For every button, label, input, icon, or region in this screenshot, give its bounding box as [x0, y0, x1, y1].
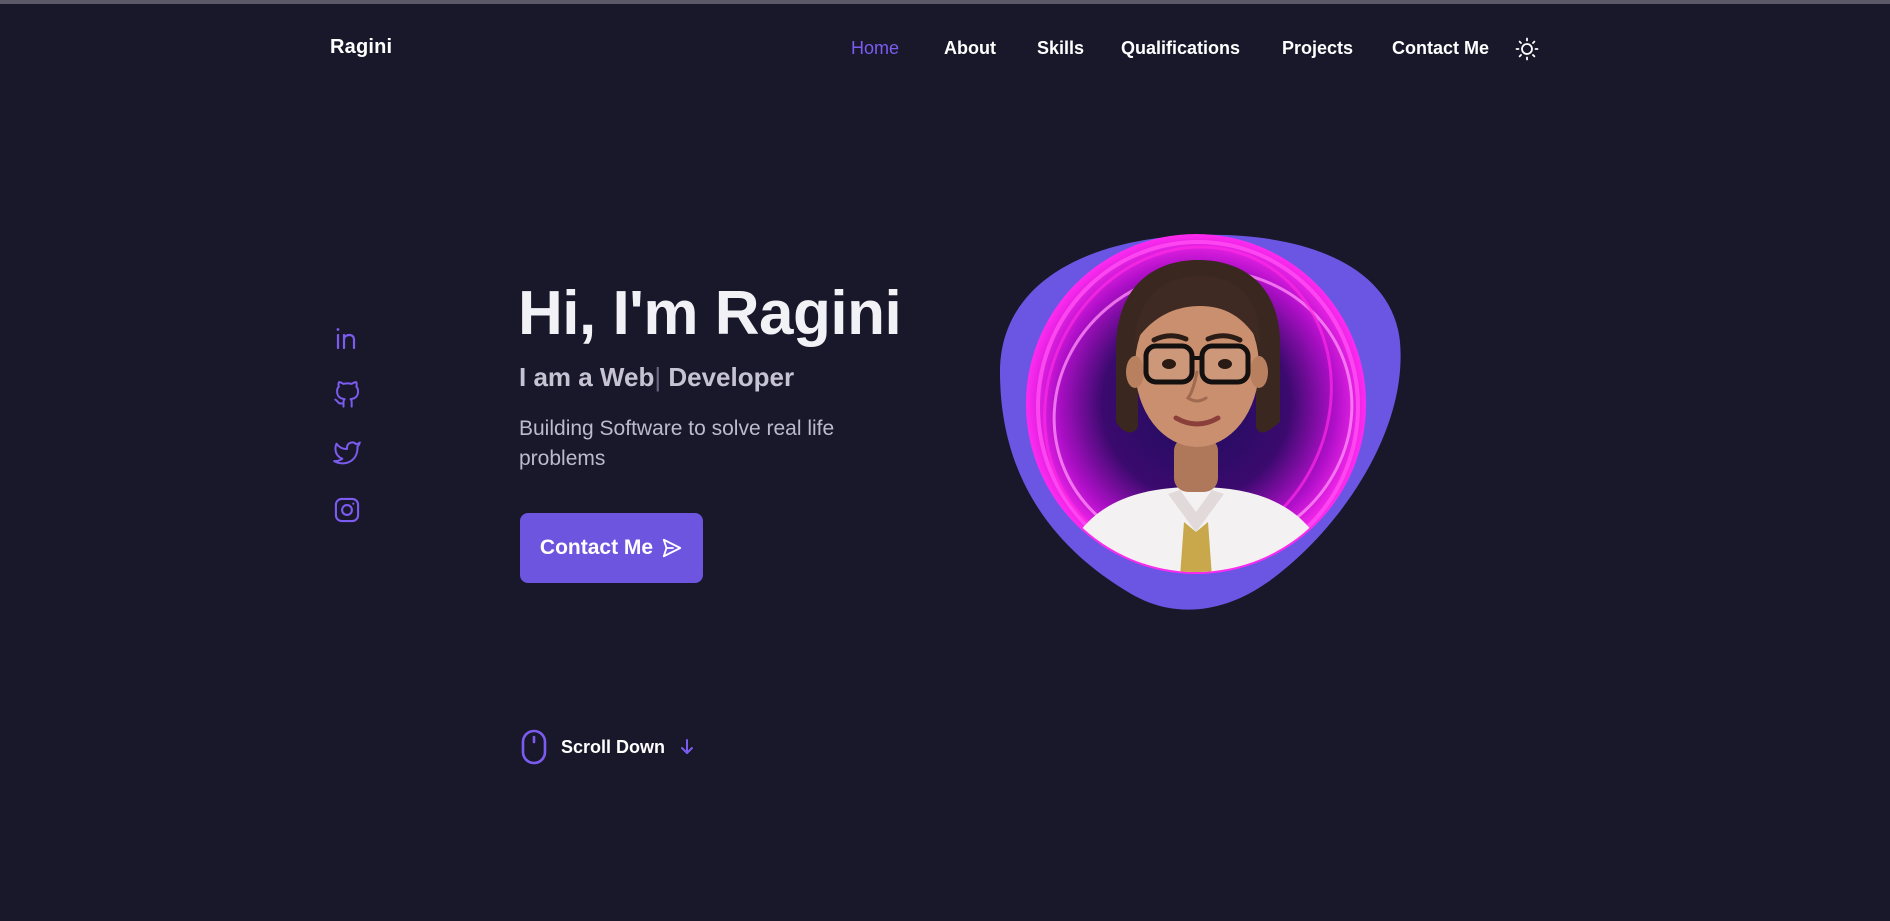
nav-contact-me[interactable]: Contact Me — [1392, 38, 1489, 59]
subtitle-prefix: I am a Web — [519, 362, 655, 392]
scroll-down-label: Scroll Down — [561, 736, 666, 757]
nav-qualifications[interactable]: Qualifications — [1121, 38, 1240, 59]
twitter-icon[interactable] — [333, 439, 361, 467]
scroll-down-link[interactable]: Scroll Down — [520, 729, 695, 765]
nav-home[interactable]: Home — [851, 38, 899, 59]
github-icon[interactable] — [333, 381, 361, 409]
nav-skills[interactable]: Skills — [1037, 38, 1084, 59]
subtitle-suffix: Developer — [661, 362, 795, 392]
profile-avatar — [998, 232, 1404, 612]
send-icon — [662, 538, 682, 558]
contact-me-label: Contact Me — [539, 536, 654, 559]
nav-projects[interactable]: Projects — [1282, 38, 1353, 59]
hero-subtitle: I am a Web| Developer — [519, 362, 794, 393]
instagram-icon[interactable] — [333, 496, 361, 524]
sun-icon[interactable] — [1515, 37, 1539, 61]
mouse-icon — [521, 729, 547, 765]
linkedin-icon[interactable] — [333, 324, 361, 352]
contact-me-button[interactable]: Contact Me — [520, 513, 703, 583]
main-nav: Home About Skills Qualifications Project… — [0, 38, 1890, 64]
browser-top-border — [0, 0, 1890, 4]
arrow-down-icon — [681, 739, 694, 754]
hero-title: Hi, I'm Ragini — [518, 279, 902, 348]
nav-about[interactable]: About — [944, 38, 996, 59]
hero-description: Building Software to solve real life pro… — [519, 417, 835, 470]
